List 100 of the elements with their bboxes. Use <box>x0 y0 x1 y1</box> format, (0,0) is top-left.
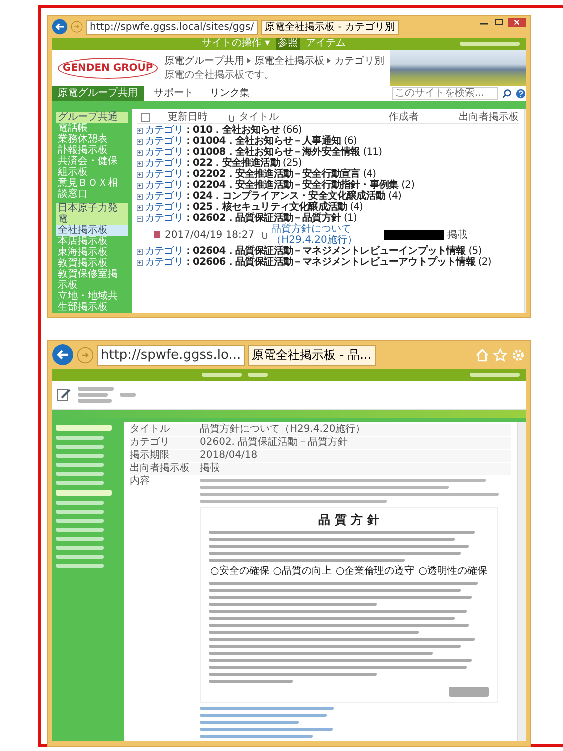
sidebar-item[interactable]: 全社掲示板 <box>56 225 128 236</box>
expand-icon[interactable] <box>137 138 143 144</box>
back-icon[interactable] <box>52 344 74 366</box>
scrollbar[interactable] <box>524 109 526 313</box>
principle-item: ○透明性の確保 <box>418 566 488 578</box>
principle-item: ○企業倫理の遵守 <box>336 566 415 578</box>
column-header[interactable]: 作成者 <box>389 112 459 123</box>
close-icon[interactable] <box>508 18 526 27</box>
scrollbar[interactable] <box>517 422 526 741</box>
column-header[interactable]: 更新日時 <box>168 112 228 123</box>
category-label[interactable]: カテゴリ <box>145 180 184 191</box>
category-label[interactable]: カテゴリ <box>145 213 184 224</box>
checkbox[interactable] <box>141 113 150 122</box>
item-count: (5) <box>468 246 482 257</box>
category-label[interactable]: カテゴリ <box>145 125 184 136</box>
expand-icon[interactable] <box>137 128 143 134</box>
blurred-text <box>56 537 104 541</box>
blurred-text <box>56 519 104 523</box>
blurred-text <box>56 436 104 440</box>
category-label[interactable]: カテゴリ <box>145 202 184 213</box>
category-name[interactable]: ：02202．安全推進活動－安全行動宣言 <box>183 169 360 180</box>
blurred-text <box>56 564 104 568</box>
blurred-text <box>202 373 242 377</box>
collapse-icon[interactable] <box>137 216 143 222</box>
expand-icon[interactable] <box>137 204 143 210</box>
breadcrumb-link[interactable]: 原電グループ共用 <box>164 54 244 68</box>
help-icon[interactable] <box>516 88 526 98</box>
star-icon[interactable] <box>493 348 508 362</box>
breadcrumb-link[interactable]: 原電全社掲示板 <box>254 54 324 68</box>
field-value: 02602. 品質保証活動－品質方針 <box>200 437 350 449</box>
blurred-text <box>56 510 104 514</box>
maximize-icon[interactable] <box>493 18 505 26</box>
expand-icon[interactable] <box>137 182 143 188</box>
edit-document-icon[interactable] <box>56 387 72 403</box>
field-label: 出向者掲示板 <box>130 463 191 475</box>
document-title: 品 質 方 針 <box>318 513 380 527</box>
category-name[interactable]: ：010．全社お知らせ <box>183 125 280 136</box>
category-name[interactable]: ：025．核セキュリティ文化醸成活動 <box>183 202 348 213</box>
category-label[interactable]: カテゴリ <box>145 169 184 180</box>
browser-tab[interactable]: 原電全社掲示板 - カテゴリ別 <box>261 20 400 34</box>
blurred-text <box>78 393 108 397</box>
category-label[interactable]: カテゴリ <box>145 147 184 158</box>
browser-tab[interactable]: 原電全社掲示板 - 品... <box>248 344 376 366</box>
column-header[interactable]: 出向者掲示板 <box>459 112 519 123</box>
expand-icon[interactable] <box>137 150 143 156</box>
sidebar-item[interactable]: 日本原子力発電 <box>56 203 128 225</box>
expand-icon[interactable] <box>137 194 143 200</box>
category-name[interactable]: ：024．コンプライアンス・安全文化醸成活動 <box>183 191 386 202</box>
address-bar[interactable]: http://spwfe.ggss.local/sites/ggs/ <box>86 20 258 34</box>
item-count: (2) <box>402 180 415 191</box>
category-name[interactable]: ：02602．品質保証活動－品質方針 <box>183 213 341 224</box>
blurred-text <box>56 463 104 467</box>
blurred-text <box>248 373 268 377</box>
ribbon-tab[interactable]: 参照 <box>276 38 300 50</box>
item-count: (4) <box>388 191 402 202</box>
category-name[interactable]: ：01004．全社お知らせ－人事通知 <box>183 136 341 147</box>
category-name[interactable]: ：02604．品質保証活動－マネジメントレビューインプット情報 <box>183 246 466 257</box>
document-icon <box>153 231 161 239</box>
category-label[interactable]: カテゴリ <box>145 191 184 202</box>
table-cell: 2017/04/19 18:27 <box>165 230 255 240</box>
search-icon[interactable] <box>502 88 512 98</box>
item-count: (11) <box>363 147 382 158</box>
blurred-text <box>56 454 104 458</box>
expand-icon[interactable] <box>137 172 143 178</box>
breadcrumb-arrow-icon <box>326 57 332 65</box>
search-field[interactable]: このサイトを検索... <box>392 87 498 100</box>
sidebar-item[interactable]: グループ共通 <box>56 112 128 123</box>
field-label: 内容 <box>130 476 151 489</box>
item-count: (4) <box>350 202 364 213</box>
expand-icon[interactable] <box>137 260 143 266</box>
blurred-text <box>78 399 112 403</box>
address-bar[interactable]: http://spwfe.ggss.lo... <box>97 344 246 366</box>
category-label[interactable]: カテゴリ <box>145 246 184 257</box>
back-icon[interactable] <box>52 19 68 35</box>
nav-tab[interactable]: サポート <box>148 86 200 101</box>
blurred-text <box>56 501 104 505</box>
category-name[interactable]: ：02606．品質保証活動－マネジメントレビューアウトプット情報 <box>183 257 476 268</box>
category-name[interactable]: ：02204．安全推進活動－安全行動指針・事例集 <box>183 180 399 191</box>
field-value: 品質方針について（H29.4.20施行） <box>200 424 367 436</box>
breadcrumb-arrow-icon <box>246 57 252 65</box>
expand-icon[interactable] <box>137 248 143 254</box>
item-count: (6) <box>344 136 357 147</box>
post-title-link[interactable]: 品質方針について（H29.4.20施行） <box>272 224 380 246</box>
item-count: (66) <box>282 125 302 136</box>
column-header[interactable]: タイトル <box>239 112 389 123</box>
category-label[interactable]: カテゴリ <box>145 158 184 169</box>
blurred-text <box>56 481 104 485</box>
nav-tab[interactable]: 原電グループ共用 <box>52 86 144 101</box>
category-name[interactable]: ：022．安全推進活動 <box>183 158 280 169</box>
company-logo: GENDEN GROUP <box>58 58 158 78</box>
category-label[interactable]: カテゴリ <box>145 136 184 147</box>
item-count: (25) <box>282 158 302 169</box>
category-name[interactable]: ：01008．全社お知らせ－海外安全情報 <box>183 147 360 158</box>
category-label[interactable]: カテゴリ <box>145 257 184 268</box>
nav-tab[interactable]: リンク集 <box>204 86 256 101</box>
blurred-text <box>56 528 104 532</box>
field-label: 掲示期限 <box>130 450 171 462</box>
expand-icon[interactable] <box>137 160 143 166</box>
breadcrumb-link[interactable]: カテゴリ別 <box>334 54 384 68</box>
field-value: 掲載 <box>200 463 221 475</box>
